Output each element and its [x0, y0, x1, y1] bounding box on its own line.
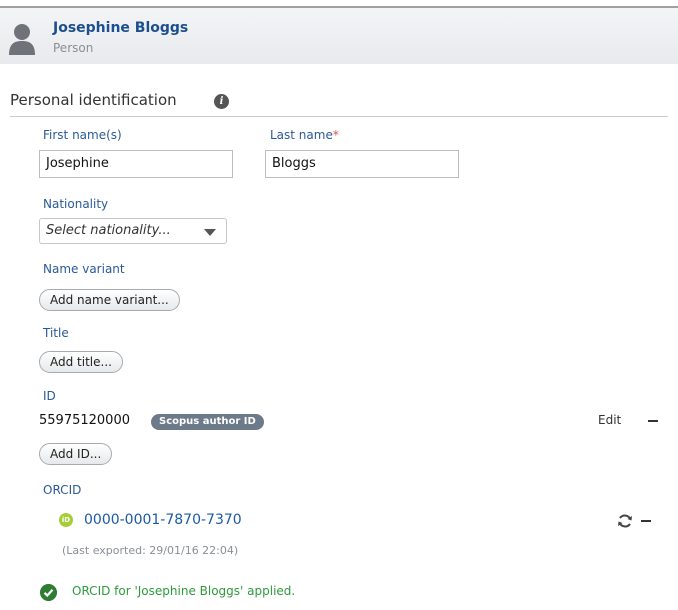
person-role: Person — [53, 41, 94, 55]
last-name-label-text: Last name — [270, 128, 333, 142]
name-variant-label: Name variant — [43, 262, 125, 276]
chevron-down-icon — [204, 229, 216, 236]
id-label: ID — [43, 389, 56, 403]
last-exported-text: (Last exported: 29/01/16 22:04) — [62, 544, 239, 557]
remove-id-minus-icon[interactable] — [648, 420, 658, 422]
person-icon — [9, 24, 35, 55]
required-marker: * — [332, 128, 339, 142]
person-header: Josephine Bloggs Person — [0, 6, 678, 64]
first-name-input[interactable]: Josephine — [39, 150, 233, 178]
success-message: ORCID for 'Josephine Bloggs' applied. — [72, 584, 296, 598]
info-icon[interactable]: i — [214, 94, 229, 109]
id-type-badge: Scopus author ID — [151, 414, 264, 430]
edit-id-link[interactable]: Edit — [598, 413, 621, 427]
check-circle-icon — [40, 584, 57, 601]
person-name[interactable]: Josephine Bloggs — [53, 20, 188, 36]
remove-orcid-minus-icon[interactable] — [641, 520, 651, 522]
orcid-label: ORCID — [43, 483, 82, 497]
add-id-button[interactable]: Add ID... — [39, 443, 113, 465]
last-name-input[interactable]: Bloggs — [265, 150, 459, 178]
last-name-label: Last name* — [270, 128, 339, 142]
title-label: Title — [43, 326, 69, 340]
id-value: 55975120000 — [39, 413, 130, 428]
nationality-label: Nationality — [43, 197, 109, 211]
refresh-icon[interactable] — [617, 513, 633, 529]
section-title: Personal identification — [10, 91, 177, 109]
orcid-icon: iD — [59, 513, 73, 527]
first-name-label: First name(s) — [43, 128, 122, 142]
add-title-button[interactable]: Add title... — [39, 351, 123, 373]
add-name-variant-button[interactable]: Add name variant... — [39, 289, 180, 311]
orcid-link[interactable]: 0000-0001-7870-7370 — [84, 512, 242, 528]
section-divider — [10, 116, 668, 117]
nationality-select[interactable]: Select nationality... — [39, 218, 227, 244]
nationality-select-text: Select nationality... — [46, 223, 171, 238]
